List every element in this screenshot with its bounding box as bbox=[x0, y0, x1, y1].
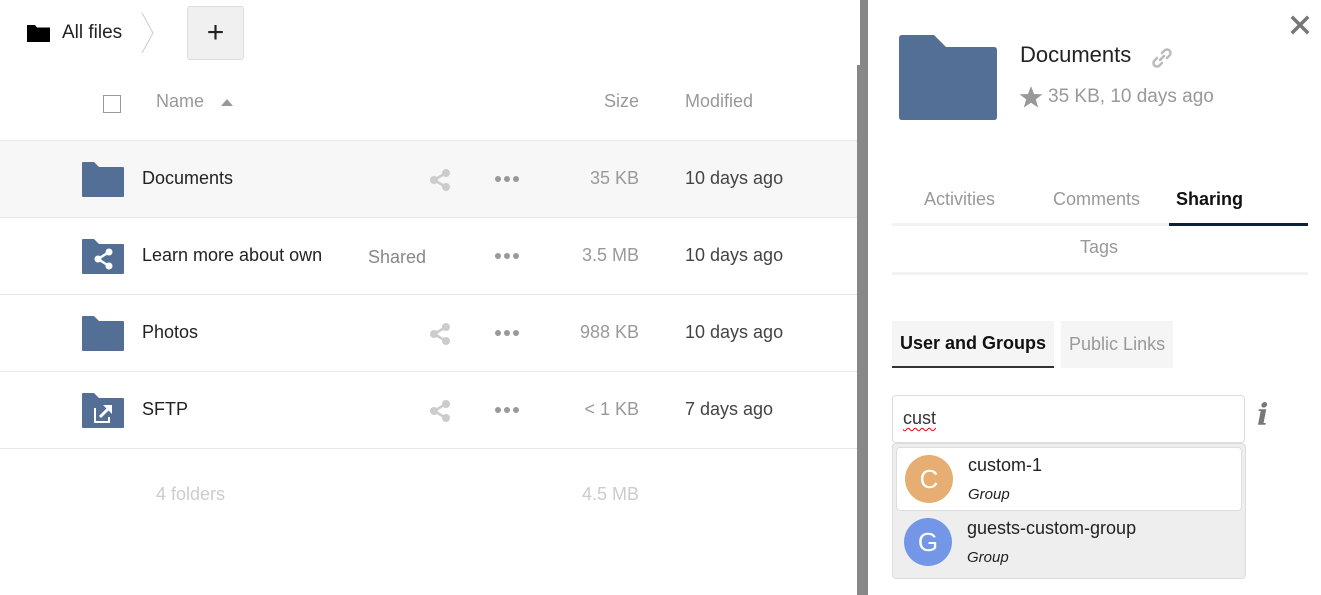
dot bbox=[513, 330, 519, 336]
file-modified: 10 days ago bbox=[685, 322, 784, 342]
external-storage-folder-icon bbox=[82, 393, 124, 428]
sharing-subtabs: User and Groups Public Links bbox=[892, 321, 1174, 368]
sidebar-meta: 35 KB, 10 days ago bbox=[1048, 86, 1214, 107]
dot bbox=[495, 407, 501, 413]
folder-icon bbox=[27, 25, 50, 42]
file-name[interactable]: Documents bbox=[142, 168, 342, 189]
file-row[interactable]: Photos 988 KB 10 days ago bbox=[0, 295, 857, 372]
breadcrumb-home-label: All files bbox=[62, 22, 123, 43]
option-type: Group bbox=[967, 549, 1009, 566]
share-button[interactable] bbox=[429, 400, 451, 422]
dot bbox=[513, 253, 519, 259]
sort-ascending-icon[interactable] bbox=[221, 99, 233, 106]
option-name: guests-custom-group bbox=[967, 518, 1137, 538]
more-actions-button[interactable] bbox=[494, 402, 520, 418]
file-modified: 10 days ago bbox=[685, 245, 784, 265]
plus-icon: + bbox=[206, 16, 225, 49]
more-actions-button[interactable] bbox=[494, 248, 520, 264]
total-size: 4.5 MB bbox=[581, 484, 639, 504]
dot bbox=[504, 330, 510, 336]
more-actions-button[interactable] bbox=[494, 171, 520, 187]
scrollbar-notch bbox=[857, 0, 860, 65]
file-row[interactable]: SFTP < 1 KB 7 days ago bbox=[0, 372, 857, 449]
folder-icon bbox=[82, 316, 124, 351]
new-button[interactable]: + bbox=[187, 6, 244, 60]
autocomplete-option[interactable]: C custom-1 Group bbox=[896, 447, 1242, 511]
tab-comments[interactable]: Comments bbox=[1053, 189, 1140, 210]
breadcrumb: All files bbox=[27, 6, 156, 60]
file-list-header: Name Size Modified bbox=[0, 64, 857, 141]
file-modified: 7 days ago bbox=[685, 399, 774, 419]
dot bbox=[504, 407, 510, 413]
column-header-name[interactable]: Name bbox=[156, 91, 204, 112]
file-list-summary: 4 folders 4.5 MB bbox=[0, 470, 857, 520]
folder-icon bbox=[82, 162, 124, 197]
share-button[interactable]: Shared bbox=[362, 246, 426, 268]
close-icon[interactable] bbox=[1289, 14, 1311, 36]
tab-sharing[interactable]: Sharing bbox=[1176, 189, 1243, 210]
file-name[interactable]: Photos bbox=[142, 322, 342, 343]
file-name[interactable]: Learn more about own bbox=[142, 245, 342, 266]
folder-count: 4 folders bbox=[156, 484, 226, 504]
file-row[interactable]: Learn more about own Shared 3.5 MB 10 da… bbox=[0, 218, 857, 295]
share-input-value: cust bbox=[903, 408, 937, 428]
dot bbox=[495, 176, 501, 182]
subtab-user-and-groups[interactable]: User and Groups bbox=[892, 321, 1055, 368]
share-icon bbox=[430, 400, 450, 422]
avatar: C bbox=[905, 455, 953, 503]
select-all-checkbox[interactable] bbox=[103, 95, 121, 113]
file-size: 35 KB bbox=[589, 168, 639, 188]
scrollbar[interactable] bbox=[857, 0, 868, 595]
permalink-icon[interactable] bbox=[1151, 47, 1173, 69]
share-icon bbox=[430, 323, 450, 345]
dot bbox=[513, 407, 519, 413]
tab-activities[interactable]: Activities bbox=[924, 189, 995, 210]
file-size: < 1 KB bbox=[584, 399, 639, 419]
file-size: 3.5 MB bbox=[581, 245, 639, 265]
share-with-input[interactable]: cust bbox=[892, 395, 1245, 443]
dot bbox=[504, 176, 510, 182]
tab-tags[interactable]: Tags bbox=[1080, 237, 1118, 258]
shared-folder-icon bbox=[82, 239, 124, 274]
folder-preview-icon bbox=[899, 35, 997, 120]
share-icon bbox=[430, 169, 450, 191]
file-name[interactable]: SFTP bbox=[142, 399, 342, 420]
more-actions-button[interactable] bbox=[494, 325, 520, 341]
dot bbox=[513, 176, 519, 182]
option-type: Group bbox=[968, 486, 1010, 503]
breadcrumb-home[interactable]: All files bbox=[27, 22, 122, 44]
file-size: 988 KB bbox=[579, 322, 639, 342]
favorite-star-icon[interactable] bbox=[1019, 85, 1043, 109]
share-button[interactable] bbox=[429, 169, 451, 191]
sidebar-title: Documents bbox=[1020, 42, 1132, 67]
subtab-public-links[interactable]: Public Links bbox=[1061, 321, 1174, 368]
dot bbox=[495, 253, 501, 259]
avatar: G bbox=[904, 518, 952, 566]
file-modified: 10 days ago bbox=[685, 168, 784, 188]
info-icon[interactable]: i bbox=[1257, 398, 1277, 433]
dot bbox=[495, 330, 501, 336]
dot bbox=[504, 253, 510, 259]
details-sidebar: Documents 35 KB, 10 days ago Activities … bbox=[868, 0, 1321, 595]
column-header-size[interactable]: Size bbox=[604, 91, 639, 112]
share-button[interactable] bbox=[429, 323, 451, 345]
column-header-modified[interactable]: Modified bbox=[685, 91, 753, 112]
shared-label: Shared bbox=[368, 246, 427, 267]
autocomplete-option[interactable]: G guests-custom-group Group bbox=[896, 511, 1242, 575]
file-list-panel: All files + Name Size Modified Documents… bbox=[0, 0, 857, 595]
file-row[interactable]: Documents 35 KB 10 days ago bbox=[0, 141, 857, 218]
option-name: custom-1 bbox=[968, 455, 1043, 475]
breadcrumb-separator-icon bbox=[141, 12, 154, 54]
sidebar-tabs: Activities Comments Sharing Tags bbox=[892, 180, 1308, 275]
autocomplete-dropdown: C custom-1 Group G guests-custom-group G… bbox=[892, 443, 1246, 579]
